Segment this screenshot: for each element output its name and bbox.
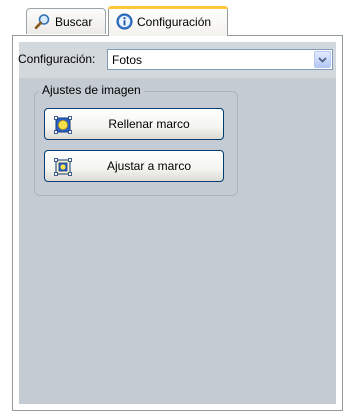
- info-icon: [116, 13, 133, 30]
- fit-frame-button[interactable]: Ajustar a marco: [44, 150, 224, 182]
- image-settings-title: Ajustes de imagen: [39, 83, 144, 97]
- settings-window: Buscar Configuración Configuración: Foto…: [0, 0, 355, 418]
- tab-search[interactable]: Buscar: [26, 8, 106, 34]
- fill-frame-icon: [54, 116, 72, 134]
- fill-frame-button[interactable]: Rellenar marco: [44, 108, 224, 140]
- tab-configuration-label: Configuración: [137, 14, 212, 29]
- fill-frame-label: Rellenar marco: [108, 117, 190, 131]
- config-select-value: Fotos: [112, 53, 143, 67]
- tab-configuration[interactable]: Configuración: [108, 6, 228, 36]
- chevron-down-icon[interactable]: [314, 51, 331, 68]
- config-select[interactable]: Fotos: [107, 49, 333, 70]
- search-icon: [34, 13, 51, 30]
- fit-frame-icon: [54, 158, 72, 176]
- config-label: Configuración:: [18, 52, 96, 66]
- fit-frame-label: Ajustar a marco: [106, 159, 192, 173]
- tab-search-label: Buscar: [55, 14, 93, 29]
